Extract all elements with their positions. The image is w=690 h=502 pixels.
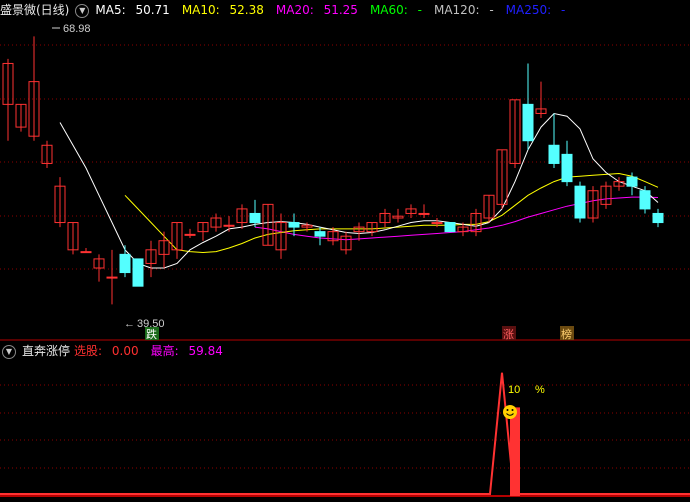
candle-body [561,153,573,183]
ma5-indicator: MA5: 50.71 [95,3,170,17]
zhang-tag: 涨 [503,328,514,341]
candle-body [522,103,534,142]
ma5-line [59,112,659,269]
candle-body [639,190,651,210]
signal-subchart [0,372,690,496]
bang-tag: 榜 [561,327,572,341]
candle-body [652,212,664,224]
signal-bar [510,407,520,496]
die-tag: 跌 [146,327,157,341]
candle-body [119,253,131,274]
candle-body [574,185,586,219]
candle-body [288,222,300,228]
stock-title: 盛景微(日线) [0,3,70,17]
ma250-indicator: MA250: - [505,3,566,17]
candle-body [223,224,235,227]
signal-line [0,372,690,495]
candle-body [548,144,560,164]
ma20-indicator: MA20: 51.25 [275,3,358,17]
candle-body [80,251,92,254]
ma10-indicator: MA10: 52.38 [181,3,264,17]
candle-body [184,233,196,236]
pct-sign-label: % [535,384,545,396]
grid-lines [0,44,690,497]
sub-chart-title: 直奔涨停 [22,344,71,358]
high-price-label: 68.98 [63,23,91,35]
chevron-down-icon[interactable]: ▼ [2,344,16,359]
candle-body [314,231,326,237]
candle-body [249,212,261,224]
zuigao-indicator: 最高: 59.84 [150,344,223,358]
candle-body [626,176,638,187]
candle-body [431,222,443,225]
pct-value-label: 10 [508,384,520,396]
ma120-indicator: MA120: - [433,3,494,17]
low-price-arrow: ← [124,318,135,330]
sub-chart-header: ▼ 直奔涨停 选股: 0.00 最高: 59.84 [0,342,690,360]
main-chart-header: 盛景微(日线) ▼ MA5: 50.71 MA10: 52.38 MA20: 51.25… [0,1,690,19]
candle-body [132,258,144,287]
chevron-down-icon[interactable]: ▼ [75,3,90,18]
candle-body [106,276,118,279]
moving-average-lines [59,112,659,269]
candlestick-series [2,36,664,305]
ma60-indicator: MA60: - [369,3,422,17]
candle-body [444,222,456,233]
xuangu-indicator: 选股: 0.00 [74,344,139,358]
smiley-icon [503,405,517,419]
candle-body [418,212,430,215]
chart-canvas: 68.98 ← 39.50 跌 涨 榜 10 % [0,23,690,497]
